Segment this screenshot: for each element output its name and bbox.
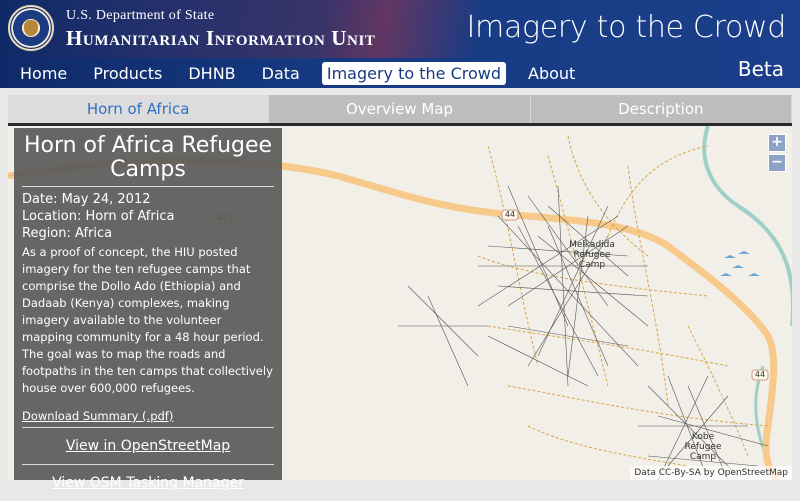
nav-products[interactable]: Products (89, 62, 166, 85)
view-in-openstreetmap-link[interactable]: View in OpenStreetMap (22, 428, 274, 465)
state-department-seal-icon[interactable] (8, 5, 54, 51)
department-name: U.S. Department of State (66, 8, 215, 23)
panel-meta: Date: May 24, 2012 Location: Horn of Afr… (22, 191, 274, 242)
view-osm-tasking-manager-link[interactable]: View OSM Tasking Manager (22, 465, 274, 501)
zoom-in-button[interactable]: + (768, 134, 786, 152)
location-text: Location: Horn of Africa (22, 209, 175, 224)
zoom-controls: + − (768, 134, 786, 174)
date-text: Date: May 24, 2012 (22, 192, 151, 207)
region-text: Region: Africa (22, 226, 113, 241)
camp-label-kobe: Kobe Refugee Camp (684, 432, 722, 462)
description-text: As a proof of concept, the HIU posted im… (22, 245, 273, 395)
camp-label-melkadida: Melkadida Refugee Camp (569, 240, 615, 270)
unit-name: Humanitarian Information Unit (66, 26, 376, 50)
route-shield-label: 44 (504, 210, 516, 219)
track-lines (477, 135, 769, 467)
beta-label: Beta (737, 57, 784, 81)
route-shield-label: 44 (754, 370, 766, 379)
route-shields (213, 209, 769, 381)
download-summary-link[interactable]: Download Summary (.pdf) (22, 409, 274, 428)
nav-data[interactable]: Data (258, 62, 304, 85)
nav-dhnb[interactable]: DHNB (184, 62, 239, 85)
map-attribution[interactable]: Data CC-By-SA by OpenStreetMap (630, 466, 792, 480)
site-title: Imagery to the Crowd (466, 10, 786, 45)
tab-horn-of-africa[interactable]: Horn of Africa (8, 95, 270, 123)
tab-bar: Horn of Africa Overview Map Description (8, 95, 792, 126)
nav-imagery-to-the-crowd[interactable]: Imagery to the Crowd (321, 61, 507, 85)
nav-about[interactable]: About (524, 62, 579, 85)
tab-overview-map[interactable]: Overview Map (269, 95, 531, 123)
info-panel: Horn of Africa Refugee Camps Date: May 2… (14, 128, 282, 491)
blue-markers (720, 251, 760, 276)
main-nav: Home Products DHNB Data Imagery to the C… (0, 58, 579, 88)
nav-home[interactable]: Home (16, 62, 71, 85)
site-header: U.S. Department of State Humanitarian In… (0, 0, 800, 88)
tab-description[interactable]: Description (530, 95, 792, 123)
panel-title: Horn of Africa Refugee Camps (22, 134, 274, 187)
zoom-out-button[interactable]: − (768, 154, 786, 172)
